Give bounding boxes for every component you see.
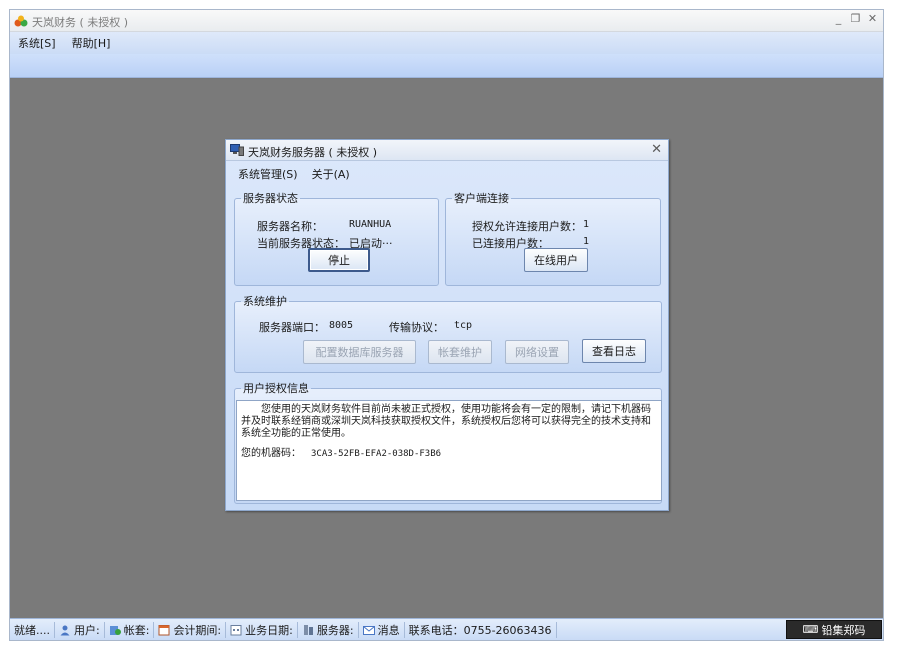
status-server: 服务器:	[298, 621, 359, 638]
machine-code-value: 3CA3-52FB-EFA2-038D-F3B6	[311, 449, 442, 459]
minimize-icon[interactable]: _	[832, 13, 845, 26]
restore-icon[interactable]: ❐	[849, 13, 862, 26]
status-message[interactable]: 消息	[359, 621, 405, 638]
calendar-icon	[158, 624, 170, 635]
menu-system-manage[interactable]: 系统管理(S)	[238, 166, 298, 182]
allowed-users-label: 授权允许连接用户数：	[472, 220, 582, 233]
server-name-value: RUANHUA	[349, 219, 392, 230]
app-icon	[14, 15, 28, 27]
account-icon	[109, 625, 121, 635]
title-bar[interactable]: 天岚财务 ( 未授权 ) _ ❐ ✕	[10, 10, 883, 32]
menu-bar: 系统[S] 帮助[H]	[10, 32, 883, 54]
ime-indicator[interactable]: ⌨ 铅集郑码	[786, 620, 882, 639]
view-log-button[interactable]: 查看日志	[582, 339, 646, 363]
status-message-label: 消息	[377, 623, 400, 637]
status-account: 帐套:	[105, 621, 155, 638]
license-info-box[interactable]: 您使用的天岚财务软件目前尚未被正式授权，使用功能将会有一定的限制，请记下机器码并…	[236, 400, 662, 501]
protocol-label: 传输协议：	[389, 321, 444, 334]
stop-button[interactable]: 停止	[308, 248, 370, 272]
app-title: 天岚财务 ( 未授权 )	[32, 16, 129, 29]
status-bizdate-label: 业务日期:	[245, 623, 293, 637]
ime-label: 铅集郑码	[821, 623, 866, 637]
ime-icon: ⌨	[802, 623, 819, 636]
status-period-label: 会计期间:	[173, 623, 222, 637]
port-label: 服务器端口：	[259, 321, 325, 334]
allowed-users-value: 1	[583, 219, 590, 230]
date-icon	[230, 624, 242, 635]
network-settings-button[interactable]: 网络设置	[505, 340, 569, 364]
server-dialog: 天岚财务服务器 ( 未授权 ) ✕ 系统管理(S) 关于(A) 服务器状态 服务…	[225, 139, 669, 511]
status-phone-text: 联系电话：0755-26063436	[408, 623, 552, 637]
connected-users-value: 1	[583, 236, 590, 247]
status-phone: 联系电话：0755-26063436	[405, 621, 557, 638]
online-users-button[interactable]: 在线用户	[524, 248, 588, 272]
port-value: 8005	[329, 320, 354, 331]
dialog-title-bar[interactable]: 天岚财务服务器 ( 未授权 ) ✕	[226, 140, 668, 161]
account-maint-button[interactable]: 帐套维护	[428, 340, 492, 364]
user-icon	[60, 625, 70, 635]
status-ready: 就绪....	[10, 621, 55, 638]
server-status-legend: 服务器状态	[243, 192, 298, 205]
server-small-icon	[303, 624, 313, 635]
message-icon	[362, 625, 375, 635]
status-user-label: 用户:	[74, 623, 100, 637]
license-legend: 用户授权信息	[243, 382, 309, 395]
dialog-title: 天岚财务服务器 ( 未授权 )	[248, 146, 378, 159]
status-user: 用户:	[55, 621, 105, 638]
server-icon	[230, 144, 244, 156]
status-account-label: 帐套:	[123, 623, 150, 637]
toolbar-strip	[10, 54, 883, 78]
server-name-label: 服务器名称：	[257, 220, 323, 233]
machine-code-label: 您的机器码：	[241, 448, 301, 459]
machine-code-line: 您的机器码： 3CA3-52FB-EFA2-038D-F3B6	[241, 448, 657, 460]
maintenance-legend: 系统维护	[243, 295, 287, 308]
window-controls: _ ❐ ✕	[832, 13, 879, 26]
status-ready-text: 就绪....	[14, 623, 50, 637]
license-text: 您使用的天岚财务软件目前尚未被正式授权，使用功能将会有一定的限制，请记下机器码并…	[241, 404, 651, 439]
status-server-label: 服务器:	[316, 623, 354, 637]
config-db-button[interactable]: 配置数据库服务器	[303, 340, 416, 364]
close-icon[interactable]: ✕	[651, 142, 662, 157]
menu-system[interactable]: 系统[S]	[18, 35, 56, 51]
status-period: 会计期间:	[154, 621, 227, 638]
status-bar: 就绪.... 用户: 帐套: 会计期间: 业务日期: 服务器: 消息 联系电话：…	[10, 618, 883, 640]
menu-help[interactable]: 帮助[H]	[72, 35, 111, 51]
status-bizdate: 业务日期:	[226, 621, 298, 638]
menu-about[interactable]: 关于(A)	[312, 166, 350, 182]
client-connection-legend: 客户端连接	[454, 192, 509, 205]
dialog-menu: 系统管理(S) 关于(A)	[238, 166, 350, 182]
close-icon[interactable]: ✕	[866, 13, 879, 26]
protocol-value: tcp	[454, 320, 473, 331]
